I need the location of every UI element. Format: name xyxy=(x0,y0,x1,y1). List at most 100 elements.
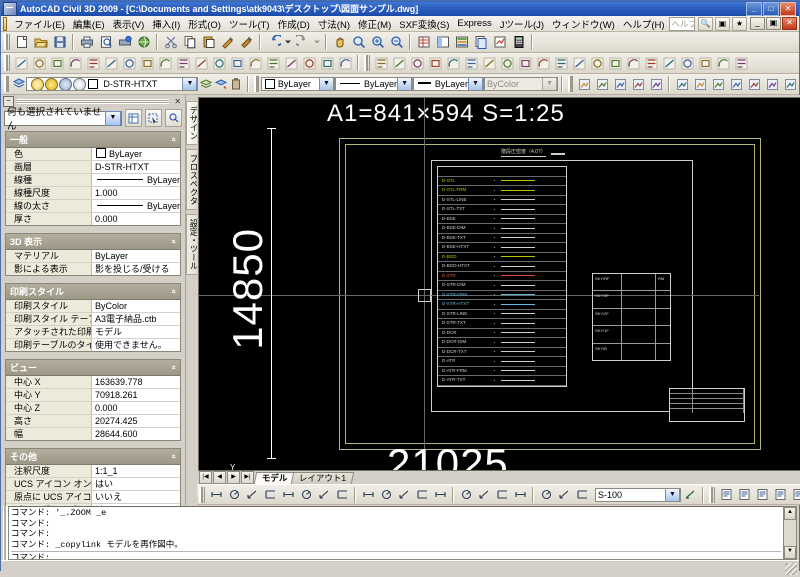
civil-surface-icon[interactable] xyxy=(691,75,709,93)
sxf-check-icon[interactable] xyxy=(753,486,771,504)
extend-icon[interactable] xyxy=(552,54,570,72)
matchprop-icon[interactable] xyxy=(218,33,237,51)
quick-dim-icon[interactable] xyxy=(359,486,377,504)
property-value[interactable]: ByLayer xyxy=(92,174,180,186)
first-layout-icon[interactable]: |◀ xyxy=(199,471,212,484)
divide-icon[interactable] xyxy=(678,54,696,72)
menu-dimension[interactable]: 寸法(N) xyxy=(314,16,354,32)
property-row[interactable]: 中心 Y70918.261 xyxy=(6,389,180,402)
tolerance-icon[interactable] xyxy=(457,486,475,504)
status-toggle-オブジェクトスナップトラッキング[interactable] xyxy=(165,562,177,577)
drawing-canvas[interactable]: A1=841×594 S=1:25 14850 21025 xyxy=(198,97,800,471)
lineweight-combo[interactable]: ByLayer ▼ xyxy=(413,77,484,91)
property-value[interactable]: 28644.600 xyxy=(92,428,180,440)
maximize-button[interactable]: □ xyxy=(763,2,779,16)
property-value[interactable]: 1:1_1 xyxy=(92,465,180,477)
chevron-down-icon[interactable]: ▼ xyxy=(319,77,334,91)
command-history[interactable]: コマンド: '_.ZOOM _e コマンド: コマンド: コマンド: _copy… xyxy=(8,506,784,560)
pan-icon[interactable] xyxy=(330,33,349,51)
last-layout-icon[interactable]: ▶| xyxy=(241,471,254,484)
civil-parcel-icon[interactable] xyxy=(781,75,799,93)
menu-sxf[interactable]: SXF変換(S) xyxy=(395,16,453,32)
menu-help[interactable]: ヘルプ(H) xyxy=(619,16,669,32)
arc-icon[interactable] xyxy=(102,54,120,72)
layer-walk-icon[interactable] xyxy=(593,75,611,93)
property-section-header[interactable]: 印刷スタイル« xyxy=(6,284,180,300)
menu-insert[interactable]: 挿入(I) xyxy=(148,16,184,32)
zoom-previous-icon[interactable] xyxy=(387,33,406,51)
copy-icon[interactable] xyxy=(180,33,199,51)
property-row[interactable]: 画層D-STR-HTXT xyxy=(6,161,180,174)
favorites-icon[interactable]: ★ xyxy=(732,17,747,31)
property-section-header[interactable]: ビュー« xyxy=(6,360,180,376)
line-icon[interactable] xyxy=(12,54,30,72)
property-row[interactable]: 中心 X163639.778 xyxy=(6,376,180,389)
circle-icon[interactable] xyxy=(120,54,138,72)
status-toggle-スナップ[interactable] xyxy=(105,562,117,577)
dim-style-combo[interactable]: S-100▼ xyxy=(595,488,681,502)
3dprint-icon[interactable] xyxy=(134,33,153,51)
layer-freeze-icon[interactable] xyxy=(45,78,58,91)
3drotate-icon[interactable] xyxy=(732,54,750,72)
menu-tools[interactable]: ツール(T) xyxy=(225,16,274,32)
redo-icon[interactable] xyxy=(293,33,312,51)
open-icon[interactable] xyxy=(31,33,50,51)
redo-dropdown-icon[interactable] xyxy=(312,33,322,51)
property-row[interactable]: 線の太さByLayer xyxy=(6,200,180,213)
continue-dim-icon[interactable] xyxy=(395,486,413,504)
break-icon[interactable] xyxy=(570,54,588,72)
toolbar-grip[interactable] xyxy=(4,76,9,92)
property-row[interactable]: アタッチされた印刷テ…モデル xyxy=(6,326,180,339)
property-row[interactable]: 線種尺度1.000 xyxy=(6,187,180,200)
property-row[interactable]: マテリアルByLayer xyxy=(6,250,180,263)
chevron-up-icon[interactable]: « xyxy=(169,365,178,369)
polygon-icon[interactable] xyxy=(66,54,84,72)
palette-close-icon[interactable]: ✕ xyxy=(172,97,183,106)
designcenter-icon[interactable] xyxy=(433,33,452,51)
civil-alignment-icon[interactable] xyxy=(709,75,727,93)
copy-object-icon[interactable] xyxy=(390,54,408,72)
chevron-down-icon[interactable]: ▼ xyxy=(665,488,680,502)
erase-icon[interactable] xyxy=(372,54,390,72)
arc-length-dim-icon[interactable] xyxy=(243,486,261,504)
chevron-up-icon[interactable]: « xyxy=(169,289,178,293)
dim-break-icon[interactable] xyxy=(431,486,449,504)
undo-dropdown-icon[interactable] xyxy=(283,33,293,51)
property-row[interactable]: 注釈尺度1:1_1 xyxy=(6,465,180,478)
layer-delete-icon[interactable] xyxy=(229,75,244,93)
chevron-up-icon[interactable]: « xyxy=(169,137,178,141)
explode-icon[interactable] xyxy=(660,54,678,72)
table-icon[interactable] xyxy=(318,54,336,72)
color-combo[interactable]: ByLayer ▼ xyxy=(261,77,335,91)
property-value[interactable]: 1.000 xyxy=(92,187,180,199)
align-icon[interactable] xyxy=(714,54,732,72)
menu-format[interactable]: 形式(O) xyxy=(184,16,225,32)
ellipse-arc-icon[interactable] xyxy=(192,54,210,72)
ellipse-icon[interactable] xyxy=(174,54,192,72)
mirror-icon[interactable] xyxy=(408,54,426,72)
property-value[interactable]: D-STR-HTXT xyxy=(92,161,180,173)
status-toggle-線の太さ[interactable] xyxy=(201,562,213,577)
doc-minimize-button[interactable]: _ xyxy=(750,17,765,30)
dim-update-icon[interactable] xyxy=(555,486,573,504)
doc-restore-button[interactable]: ▣ xyxy=(766,17,781,30)
command-scrollbar[interactable]: ▲ ▼ xyxy=(784,506,797,560)
mtext-icon[interactable] xyxy=(336,54,354,72)
region-icon[interactable] xyxy=(300,54,318,72)
status-toggle-オブジェクトスナップ[interactable] xyxy=(153,562,165,577)
menu-jtool[interactable]: Jツール(J) xyxy=(496,16,548,32)
property-row[interactable]: 原点に UCS アイコンいいえ xyxy=(6,491,180,504)
properties-icon[interactable] xyxy=(414,33,433,51)
measure-icon[interactable] xyxy=(696,54,714,72)
markup-icon[interactable] xyxy=(490,33,509,51)
select-objects-icon[interactable] xyxy=(145,109,162,127)
status-toggle-DYN[interactable] xyxy=(189,562,201,577)
status-toggle-DUCS[interactable] xyxy=(177,562,189,577)
zoom-window-icon[interactable] xyxy=(368,33,387,51)
layer-previous-icon[interactable] xyxy=(198,75,213,93)
center-mark-icon[interactable] xyxy=(475,486,493,504)
sxf-batch-icon[interactable] xyxy=(789,486,800,504)
gradient-icon[interactable] xyxy=(282,54,300,72)
layer-lock-icon[interactable] xyxy=(59,78,72,91)
polyline-icon[interactable] xyxy=(48,54,66,72)
